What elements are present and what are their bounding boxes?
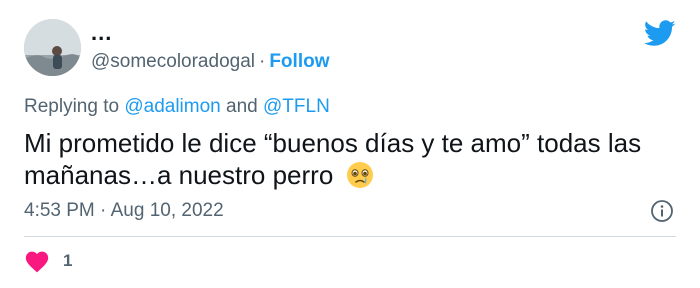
mention-tfln[interactable]: @TFLN xyxy=(263,96,330,117)
meta-separator: · xyxy=(100,200,107,221)
heart-icon[interactable] xyxy=(24,249,50,273)
avatar[interactable] xyxy=(24,19,81,76)
separator-dot: · xyxy=(259,51,266,72)
user-handle[interactable]: @somecoloradogal xyxy=(91,51,255,72)
twitter-bird-icon[interactable] xyxy=(644,20,676,47)
mention-adalimon[interactable]: @adalimon xyxy=(124,96,220,117)
replying-to-label: Replying to xyxy=(24,96,120,117)
display-name[interactable]: ... xyxy=(91,22,112,44)
tweet-date[interactable]: Aug 10, 2022 xyxy=(111,200,224,221)
tweet-text: Mi prometido le dice “buenos días y te a… xyxy=(24,128,642,190)
tweet-time[interactable]: 4:53 PM xyxy=(24,200,95,221)
follow-button[interactable]: Follow xyxy=(269,51,329,72)
replying-to-line: Replying to @adalimon and @TFLN xyxy=(24,96,330,118)
like-action[interactable]: 1 xyxy=(24,249,72,273)
info-icon[interactable] xyxy=(650,199,674,223)
tweet-text-container: Mi prometido le dice “buenos días y te a… xyxy=(24,127,674,191)
divider xyxy=(24,236,676,237)
handle-row: @somecoloradogal · Follow xyxy=(91,51,329,73)
like-count: 1 xyxy=(63,251,73,270)
tweet-meta: 4:53 PM · Aug 10, 2022 xyxy=(24,200,224,222)
face-holding-back-tears-icon xyxy=(346,162,373,188)
replying-conjunction: and xyxy=(226,96,258,117)
